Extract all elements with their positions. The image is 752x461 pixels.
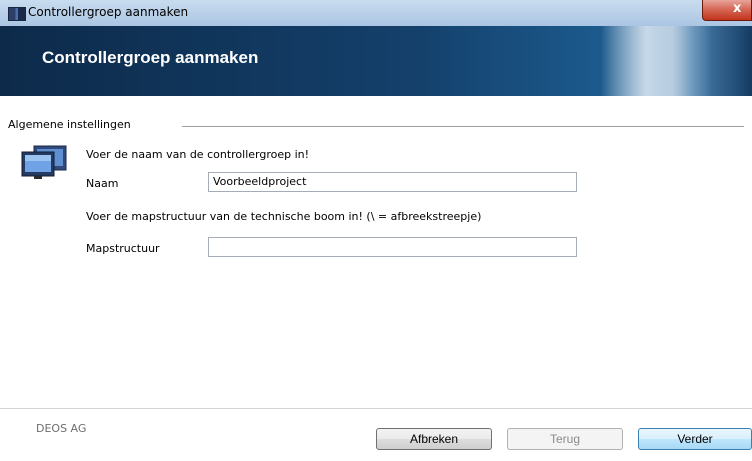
group-label: Algemene instellingen (8, 118, 131, 131)
main-content: Algemene instellingen Voer de naam van d… (0, 96, 752, 396)
back-button[interactable]: Terug (507, 428, 623, 450)
window-title: Controllergroep aanmaken (28, 5, 189, 19)
group-divider (182, 126, 744, 127)
banner-decoration (600, 26, 752, 96)
banner-title: Controllergroep aanmaken (42, 48, 259, 67)
name-prompt: Voer de naam van de controllergroep in! (86, 148, 310, 161)
app-icon (8, 7, 26, 21)
folder-input[interactable] (208, 237, 577, 257)
name-input[interactable]: Voorbeeldproject (208, 172, 577, 192)
header-banner: Controllergroep aanmaken (0, 26, 752, 96)
folder-label: Mapstructuur (86, 242, 160, 255)
next-button[interactable]: Verder (638, 428, 752, 450)
folder-prompt: Voer de mapstructuur van de technische b… (86, 210, 482, 223)
close-icon: x (733, 1, 742, 16)
footer-divider (0, 408, 752, 409)
name-label: Naam (86, 177, 119, 190)
company-label: DEOS AG (36, 422, 87, 435)
cancel-button[interactable]: Afbreken (376, 428, 492, 450)
title-bar: Controllergroep aanmaken x (0, 0, 752, 26)
monitor-icon (21, 145, 67, 179)
close-button[interactable]: x (702, 0, 752, 21)
